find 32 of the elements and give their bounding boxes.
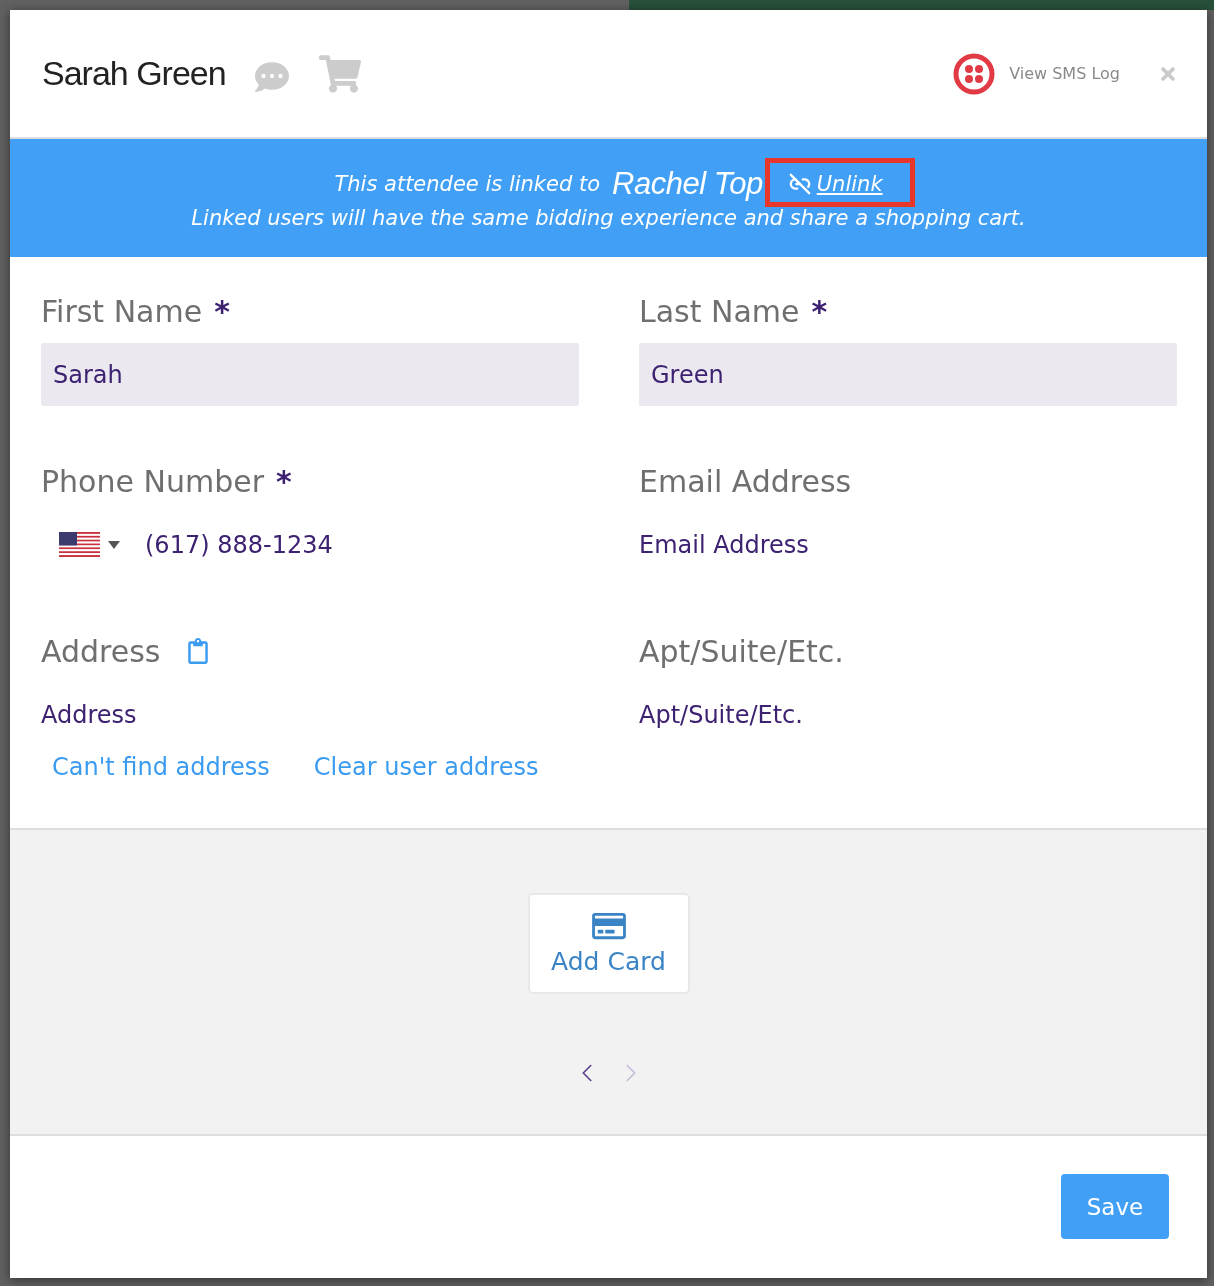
caret-icon[interactable] <box>108 540 120 549</box>
banner-text: This attendee is linked to <box>334 172 601 196</box>
sms-log-link[interactable]: View SMS Log <box>953 52 1120 95</box>
banner-note: Linked users will have the same bidding experience and share a shopping cart. <box>191 206 1026 230</box>
cart-icon[interactable] <box>318 54 361 93</box>
input-field[interactable]: Green <box>639 343 1177 406</box>
flag-icon[interactable] <box>59 532 100 557</box>
field-label: Address <box>41 633 161 669</box>
dialog-title: Sarah Green <box>42 54 226 93</box>
credit-card-icon <box>590 911 627 941</box>
field-label: Last Name <box>639 293 800 329</box>
input-field[interactable]: Sarah <box>41 343 579 406</box>
required-mark: * <box>214 293 230 329</box>
add-card-button[interactable]: Add Card <box>527 893 690 994</box>
unlink-link[interactable]: Unlink <box>788 172 883 196</box>
four-dot-logo-icon <box>953 52 996 95</box>
field-label: First Name <box>41 293 203 329</box>
required-mark: * <box>276 463 292 499</box>
field-label: Email Address <box>639 463 852 499</box>
field-label: Phone Number <box>41 463 264 499</box>
required-mark: * <box>811 293 828 329</box>
input-field[interactable]: Apt/Suite/Etc. <box>639 683 1177 746</box>
field-label: Apt/Suite/Etc. <box>639 633 844 669</box>
linked-attendee-name: Rachel Top <box>612 166 763 202</box>
input-field[interactable]: Email Address <box>639 513 1177 576</box>
address-field[interactable]: Address <box>41 683 579 746</box>
clipboard-icon[interactable] <box>188 638 209 664</box>
broken-link-icon <box>788 173 811 195</box>
save-button[interactable]: Save <box>1061 1174 1169 1239</box>
phone-field[interactable]: (617) 888-1234 <box>145 513 579 576</box>
text-link[interactable]: Clear user address <box>313 753 539 781</box>
text-link[interactable]: Can't find address <box>52 753 270 781</box>
